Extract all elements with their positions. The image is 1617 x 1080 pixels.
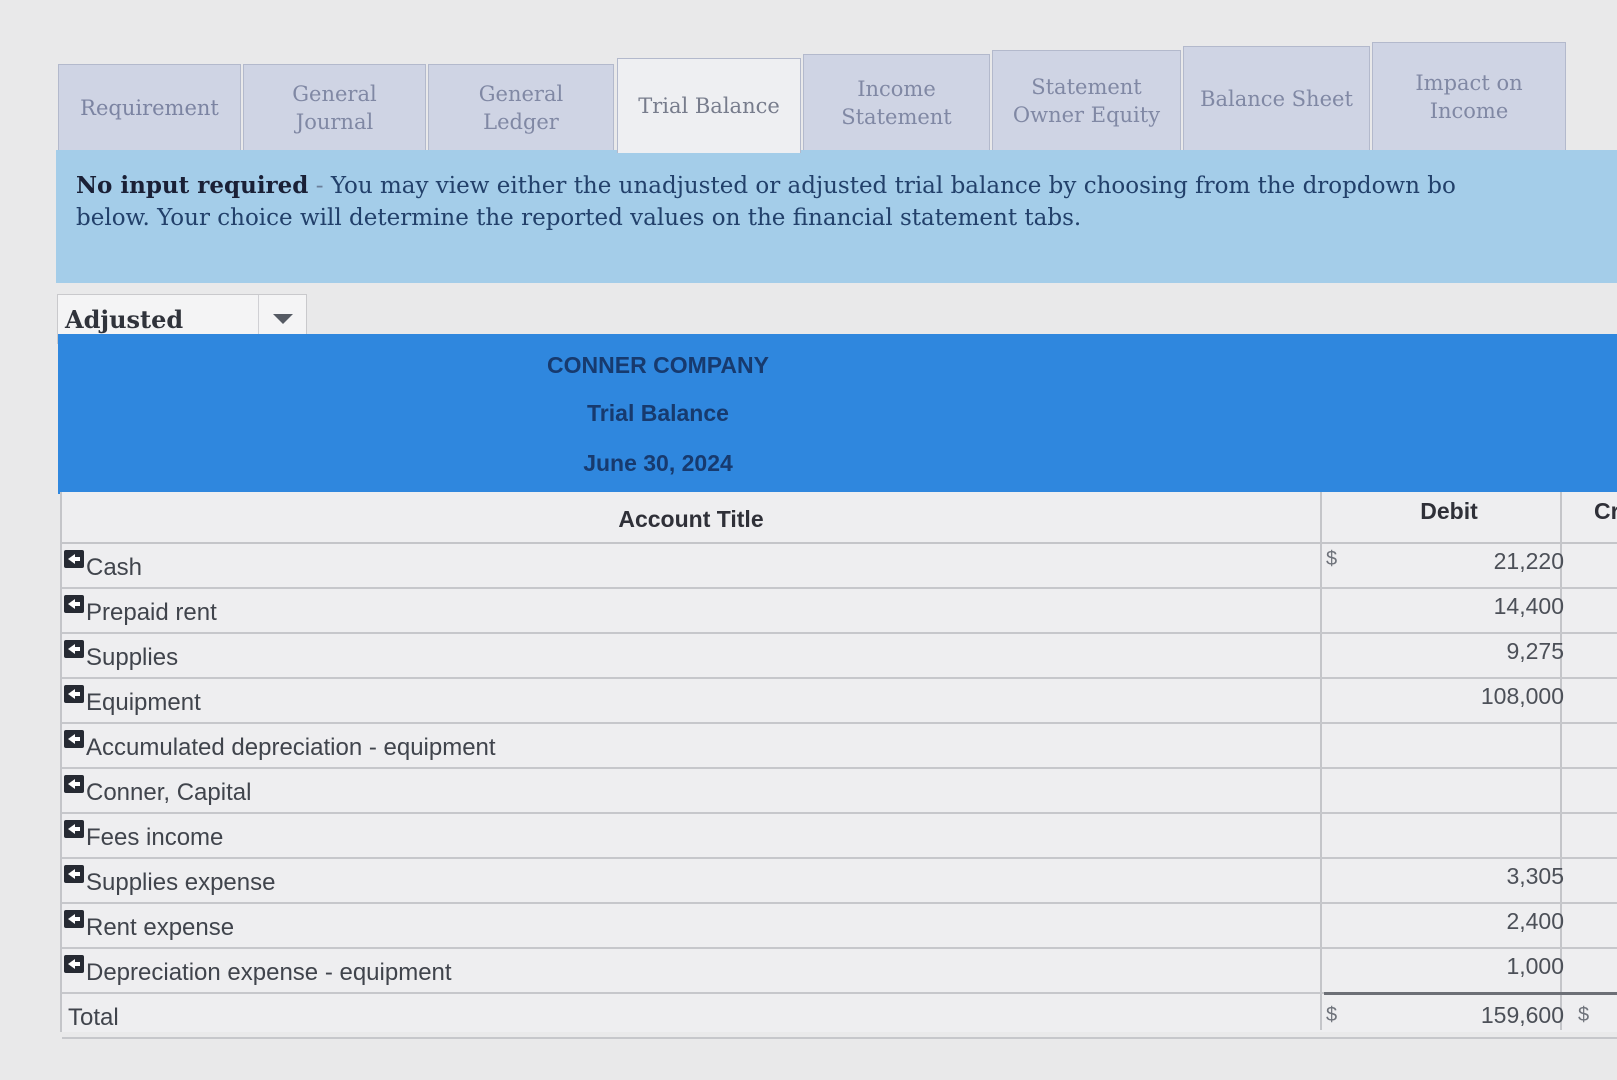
table-row: Fees income bbox=[62, 814, 1617, 859]
total-debit-amount: 159,600 bbox=[1480, 1002, 1564, 1028]
account-title: Prepaid rent bbox=[86, 599, 217, 626]
row-arrow-icon[interactable] bbox=[64, 910, 84, 928]
info-banner: No input required - You may view either … bbox=[56, 150, 1617, 283]
table-row: Equipment 108,000 bbox=[62, 679, 1617, 724]
table-row: Depreciation expense - equipment 1,000 bbox=[62, 949, 1617, 994]
column-header-debit: Debit bbox=[1420, 498, 1478, 524]
statement-title: Trial Balance bbox=[587, 400, 729, 426]
row-arrow-icon[interactable] bbox=[64, 730, 84, 748]
column-header-credit: Cr bbox=[1594, 498, 1617, 524]
table-row: Rent expense 2,400 bbox=[62, 904, 1617, 949]
tab-general-ledger[interactable]: General Ledger bbox=[428, 64, 614, 152]
trial-balance-screen: Requirement General Journal General Ledg… bbox=[0, 0, 1617, 1080]
tab-general-journal[interactable]: General Journal bbox=[243, 64, 426, 152]
debit-amount: 9,275 bbox=[1506, 638, 1564, 664]
column-header-row: Account Title Debit Cr bbox=[62, 492, 1617, 544]
tab-balance-sheet[interactable]: Balance Sheet bbox=[1183, 46, 1370, 152]
row-arrow-icon[interactable] bbox=[64, 775, 84, 793]
table-row: Supplies 9,275 bbox=[62, 634, 1617, 679]
account-title: Equipment bbox=[86, 689, 201, 716]
account-title: Accumulated depreciation - equipment bbox=[86, 734, 496, 761]
total-rule bbox=[1324, 992, 1617, 995]
debit-amount: 2,400 bbox=[1506, 908, 1564, 934]
row-arrow-icon[interactable] bbox=[64, 595, 84, 613]
debit-amount: 3,305 bbox=[1506, 863, 1564, 889]
debit-amount: 1,000 bbox=[1506, 953, 1564, 979]
row-arrow-icon[interactable] bbox=[64, 865, 84, 883]
total-row: Total $ 159,600 $ bbox=[62, 992, 1617, 1039]
account-title: Depreciation expense - equipment bbox=[86, 959, 452, 986]
table-row: Prepaid rent 14,400 bbox=[62, 589, 1617, 634]
table-row: Conner, Capital bbox=[62, 769, 1617, 814]
tab-requirement[interactable]: Requirement bbox=[58, 64, 241, 152]
total-label: Total bbox=[68, 1004, 119, 1031]
row-arrow-icon[interactable] bbox=[64, 820, 84, 838]
trial-balance-table: Account Title Debit Cr Cash $ 21,220 Pre… bbox=[60, 492, 1617, 1039]
debit-amount: 21,220 bbox=[1493, 548, 1564, 574]
row-arrow-icon[interactable] bbox=[64, 640, 84, 658]
table-row: Cash $ 21,220 bbox=[62, 544, 1617, 589]
company-name: CONNER COMPANY bbox=[547, 352, 769, 378]
table-row: Supplies expense 3,305 bbox=[62, 859, 1617, 904]
info-text-1: You may view either the unadjusted or ad… bbox=[330, 173, 1456, 199]
account-title: Supplies expense bbox=[86, 869, 276, 896]
account-title: Cash bbox=[86, 554, 143, 581]
statement-header: CONNER COMPANY Trial Balance June 30, 20… bbox=[58, 334, 1617, 494]
total-credit-dollar-sign: $ bbox=[1578, 1004, 1590, 1026]
account-title: Conner, Capital bbox=[86, 779, 252, 806]
row-arrow-icon[interactable] bbox=[64, 685, 84, 703]
debit-amount: 108,000 bbox=[1480, 683, 1564, 709]
info-lead: No input required bbox=[76, 172, 309, 199]
tab-impact-on-income[interactable]: Impact on Income bbox=[1372, 42, 1566, 152]
debit-amount: 14,400 bbox=[1493, 593, 1564, 619]
account-title: Fees income bbox=[86, 824, 224, 851]
info-text-2: below. Your choice will determine the re… bbox=[76, 205, 1082, 231]
tab-income-statement[interactable]: Income Statement bbox=[803, 54, 990, 152]
info-separator: - bbox=[315, 173, 324, 199]
tab-statement-owner-equity[interactable]: Statement Owner Equity bbox=[992, 50, 1181, 152]
account-title: Rent expense bbox=[86, 914, 235, 941]
info-line-1: No input required - You may view either … bbox=[76, 170, 1617, 202]
statement-date: June 30, 2024 bbox=[583, 450, 733, 476]
row-arrow-icon[interactable] bbox=[64, 550, 84, 568]
account-title: Supplies bbox=[86, 644, 179, 671]
column-header-account-title: Account Title bbox=[618, 506, 764, 532]
table-row: Accumulated depreciation - equipment bbox=[62, 724, 1617, 769]
row-arrow-icon[interactable] bbox=[64, 955, 84, 973]
select-value: Adjusted bbox=[65, 305, 184, 334]
tab-trial-balance[interactable]: Trial Balance bbox=[617, 58, 801, 153]
